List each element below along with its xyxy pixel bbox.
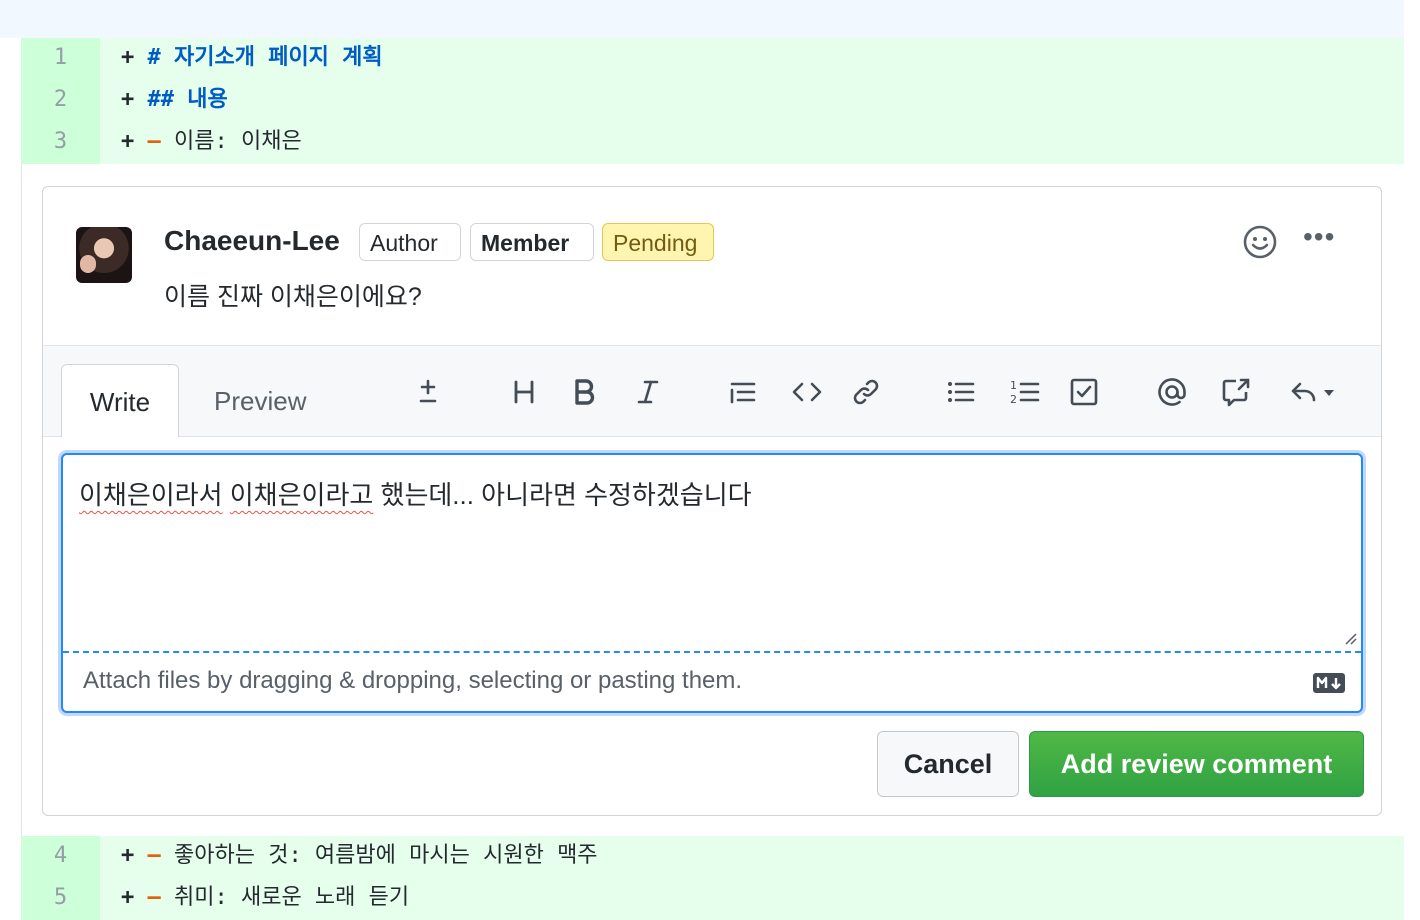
list-dash: – — [147, 885, 161, 910]
markdown-icon[interactable] — [1313, 673, 1345, 693]
add-sign: + — [121, 885, 135, 910]
add-sign: + — [121, 129, 135, 154]
svg-text:2: 2 — [1010, 393, 1017, 406]
saved-replies-icon[interactable] — [1283, 372, 1343, 412]
bold-icon[interactable] — [564, 372, 604, 412]
heading-icon[interactable] — [504, 372, 544, 412]
textarea-word: 이채은이라고 — [229, 480, 374, 510]
add-sign: + — [121, 87, 135, 112]
avatar[interactable] — [76, 227, 132, 283]
resize-handle-icon[interactable] — [1343, 631, 1357, 645]
diff-header-band — [0, 0, 1404, 38]
markdown-prefix: ## — [147, 87, 175, 112]
textarea-word: 이채은이라서 — [79, 480, 223, 510]
diff-line: 4 + – 좋아하는 것: 여름밤에 마시는 시원한 맥주 — [21, 836, 1404, 878]
line-text: 취미: 새로운 노래 듣기 — [174, 885, 410, 910]
line-code: + # 자기소개 페이지 계획 — [121, 38, 383, 80]
mention-icon[interactable] — [1152, 372, 1192, 412]
svg-text:1: 1 — [1010, 379, 1017, 392]
line-code: + ## 내용 — [121, 80, 228, 122]
cross-reference-icon[interactable] — [1216, 372, 1256, 412]
add-sign: + — [121, 45, 135, 70]
pending-badge: Pending — [602, 223, 714, 261]
line-code: + – 좋아하는 것: 여름밤에 마시는 시원한 맥주 — [121, 836, 598, 878]
link-icon[interactable] — [846, 372, 886, 412]
more-options-icon[interactable]: ••• — [1303, 223, 1343, 255]
line-number[interactable]: 3 — [21, 122, 100, 164]
smiley-icon[interactable] — [1243, 225, 1277, 259]
line-text: 자기소개 페이지 계획 — [174, 45, 383, 70]
textarea-value: 이채은이라서 이채은이라고 했는데... 아니라면 수정하겠습니다 — [79, 475, 752, 512]
quote-icon[interactable] — [723, 372, 763, 412]
attach-hint: Attach files by dragging & dropping, sel… — [83, 667, 743, 694]
member-badge: Member — [470, 223, 594, 261]
diff-line: 2 + ## 내용 — [21, 80, 1404, 122]
author-badge: Author — [359, 223, 461, 261]
line-text: 이름: 이채은 — [174, 129, 302, 154]
tab-write[interactable]: Write — [61, 364, 179, 437]
line-number[interactable]: 1 — [21, 38, 100, 80]
list-dash: – — [147, 843, 161, 868]
cancel-button[interactable]: Cancel — [877, 731, 1019, 797]
file-attachment-area[interactable]: Attach files by dragging & dropping, sel… — [63, 651, 1361, 711]
line-text: 내용 — [187, 87, 228, 112]
line-number[interactable]: 2 — [21, 80, 100, 122]
line-text: 좋아하는 것: 여름밤에 마시는 시원한 맥주 — [174, 843, 598, 868]
numbered-list-icon[interactable]: 12 — [1005, 372, 1045, 412]
markdown-prefix: # — [147, 45, 161, 70]
review-comment-box: Chaeeun-Lee Author Member Pending 이름 진짜 … — [42, 186, 1382, 816]
bulleted-list-icon[interactable] — [941, 372, 981, 412]
diff-line: 1 + # 자기소개 페이지 계획 — [21, 38, 1404, 80]
diff-line: 3 + – 이름: 이채은 — [21, 122, 1404, 164]
tab-preview[interactable]: Preview — [214, 364, 306, 437]
comment-author[interactable]: Chaeeun-Lee — [164, 225, 340, 257]
comment-textarea[interactable]: 이채은이라서 이채은이라고 했는데... 아니라면 수정하겠습니다 Attach… — [61, 453, 1363, 713]
diff-line: 5 + – 취미: 새로운 노래 듣기 — [21, 878, 1404, 920]
line-code: + – 이름: 이채은 — [121, 122, 302, 164]
editor-toolbar: Write Preview 12 — [43, 345, 1381, 437]
add-sign: + — [121, 843, 135, 868]
textarea-word: 했는데... 아니라면 수정하겠습니다 — [380, 480, 752, 510]
comment-body: 이름 진짜 이채은이에요? — [164, 283, 422, 311]
line-number[interactable]: 4 — [21, 836, 100, 878]
plus-minus-icon[interactable] — [408, 372, 448, 412]
code-icon[interactable] — [787, 372, 827, 412]
italic-icon[interactable] — [628, 372, 668, 412]
add-review-comment-button[interactable]: Add review comment — [1029, 731, 1364, 797]
list-dash: – — [147, 129, 161, 154]
line-number[interactable]: 5 — [21, 878, 100, 920]
line-code: + – 취미: 새로운 노래 듣기 — [121, 878, 409, 920]
task-list-icon[interactable] — [1064, 372, 1104, 412]
